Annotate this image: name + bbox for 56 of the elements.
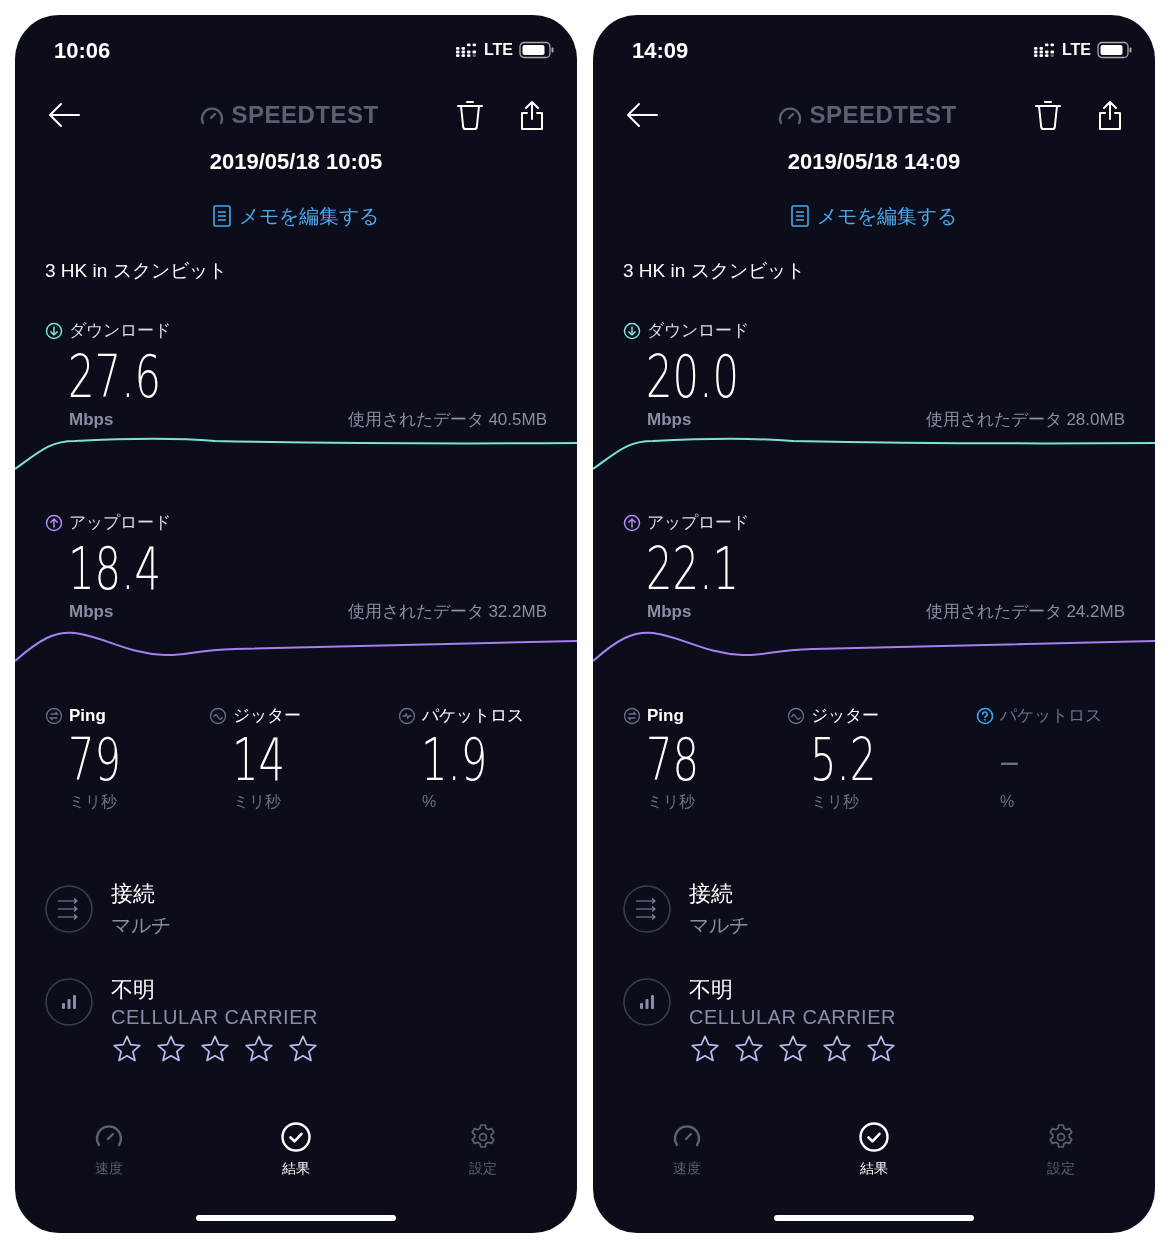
app-logo-text: SPEEDTEST [231,100,379,130]
data-used-text: 使用されたデータ 24.2MB [925,601,1125,624]
unit-label: ミリ秒 [811,792,860,812]
status-time: 14:09 [632,36,689,65]
unit-label: ミリ秒 [233,792,282,812]
carrier-subtitle: CELLULAR CARRIER [111,1005,319,1030]
metric-label: アップロード [69,512,171,535]
stat-label: Ping [647,705,684,728]
carrier-subtitle: CELLULAR CARRIER [689,1005,897,1030]
data-used-text: 使用されたデータ 40.5MB [347,409,547,432]
metric-value: 27.6 [68,348,161,406]
stat-value: 1.9 [420,731,488,789]
connection-value: マルチ [111,913,171,938]
metric-label: アップロード [647,512,749,535]
test-date: 2019/05/18 10:05 [209,147,383,176]
stat-value: – [998,731,1020,789]
carrier-title: 不明 [689,975,734,1004]
metric-label: ダウンロード [647,320,749,343]
stat-value: 14 [232,731,286,789]
connection-title: 接続 [111,879,156,908]
stat-label: ジッター [811,705,880,728]
stat-value: 5.2 [810,731,877,789]
unit-label: % [999,792,1015,812]
server-name: 3 HK in スクンビット [623,258,805,283]
stat-label: Ping [69,705,106,728]
unit-label: Mbps [647,601,692,624]
unit-label: Mbps [69,601,114,624]
metric-value: 18.4 [68,540,161,598]
edit-memo-link[interactable]: メモを編集する [213,201,379,231]
metric-label: ダウンロード [69,320,171,343]
connection-title: 接続 [689,879,734,908]
status-time: 10:06 [54,36,111,65]
metric-value: 22.1 [646,540,739,598]
unit-label: ミリ秒 [69,792,117,812]
stat-value: 78 [646,731,700,789]
test-date: 2019/05/18 14:09 [787,147,961,176]
stat-label: パケットロス [421,705,524,728]
data-used-text: 使用されたデータ 28.0MB [925,409,1125,432]
stat-label: ジッター [233,705,302,728]
unit-label: % [421,792,437,812]
app-logo-text: SPEEDTEST [809,100,957,130]
network-type: LTE [483,40,513,60]
unit-label: Mbps [647,409,692,432]
unit-label: ミリ秒 [647,792,695,812]
tab-button[interactable]: 結果 [202,1121,390,1178]
unit-label: Mbps [69,409,114,432]
metric-value: 20.0 [646,348,739,406]
data-used-text: 使用されたデータ 32.2MB [347,601,547,624]
stat-label: パケットロス [999,705,1102,728]
stat-value: 79 [68,731,122,789]
carrier-title: 不明 [111,975,156,1004]
tab-button[interactable]: 結果 [780,1121,968,1178]
server-name: 3 HK in スクンビット [45,258,227,283]
edit-memo-link[interactable]: メモを編集する [791,201,957,231]
network-type: LTE [1061,40,1091,60]
connection-value: マルチ [689,913,749,938]
